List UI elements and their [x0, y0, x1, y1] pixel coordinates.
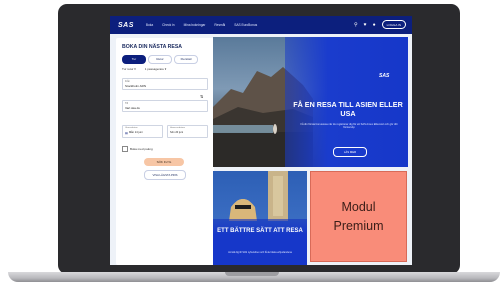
nav-link-eurobonus[interactable]: SAS EuroBonus — [234, 23, 257, 27]
nav-link-my-bookings[interactable]: Mina bokningar — [184, 23, 206, 27]
from-label: Från — [125, 80, 130, 83]
from-value: Stockholm ARN — [125, 84, 147, 88]
return-label: Hemresedatum — [170, 127, 185, 129]
return-value: Sön 20 juni — [170, 131, 183, 134]
nav-link-destinations[interactable]: Resmål — [214, 23, 225, 27]
booking-title: BOKA DIN NÄSTA RESA — [122, 44, 183, 50]
hero-banner[interactable]: SAS FÅ EN RESA TILL ASIEN ELLER USA Få d… — [213, 37, 408, 167]
trip-options: Tur retur ▾ 1 passagerare ▾ — [122, 67, 166, 71]
nav-link-book[interactable]: Boka — [146, 23, 153, 27]
bonus-checkbox-row[interactable]: Boka med poäng — [122, 146, 153, 152]
trip-type-select[interactable]: Tur retur ▾ — [122, 67, 136, 71]
sas-logo[interactable]: SAS — [118, 22, 134, 29]
hero-card-logo: SAS — [379, 73, 390, 79]
from-field[interactable]: Från Stockholm ARN — [122, 78, 208, 90]
swap-icon[interactable]: ⇅ — [200, 94, 203, 99]
card-overlay — [213, 219, 307, 265]
bonus-label: Boka med poäng — [130, 147, 153, 151]
globe-icon[interactable]: ● — [373, 21, 376, 29]
tab-one-way[interactable]: Tur — [122, 55, 146, 64]
tab-multi-city[interactable]: Flerstäd — [174, 55, 198, 64]
trip-type-tabs: Tur Retur Flerstäd — [122, 55, 198, 64]
search-flights-button[interactable]: SÖK FLYG — [144, 158, 184, 166]
bonus-checkbox[interactable] — [122, 146, 128, 152]
search-icon[interactable]: ⚲ — [354, 21, 358, 29]
booking-panel: BOKA DIN NÄSTA RESA Tur Retur Flerstäd T… — [116, 38, 214, 265]
premium-module-placeholder: Modul Premium — [310, 171, 407, 262]
calendar-icon: ▤ — [125, 131, 128, 135]
to-field[interactable]: Till Vart ska du — [122, 100, 208, 112]
to-label: Till — [125, 102, 128, 105]
newsletter-title: ETT BÄTTRE SÄTT ATT RESA — [217, 228, 303, 234]
heart-icon[interactable]: ♥ — [364, 21, 367, 29]
depart-label: Utresedatum — [125, 127, 138, 129]
nav-actions: ⚲ ♥ ● LOGGA IN — [354, 20, 406, 29]
newsletter-text: Anmäl dig till SAS nyhetsbrev och få de … — [228, 251, 292, 254]
nav-link-checkin[interactable]: Check in — [162, 23, 174, 27]
top-nav: SAS Boka Check in Mina bokningar Resmål … — [110, 16, 412, 34]
return-date-field[interactable]: Hemresedatum Sön 20 juni — [167, 125, 208, 138]
premium-module-label: Modul Premium — [333, 200, 384, 233]
hero-title: FÅ EN RESA TILL ASIEN ELLER USA — [293, 100, 403, 118]
newsletter-card[interactable]: ETT BÄTTRE SÄTT ATT RESA Anmäl dig till … — [213, 171, 307, 265]
depart-value: Mån 14 juni — [129, 131, 143, 134]
lowest-fare-button[interactable]: VISA LÄGSTA PRIS — [144, 170, 186, 180]
to-value: Vart ska du — [125, 106, 140, 110]
browser-screen: SAS Boka Check in Mina bokningar Resmål … — [110, 16, 412, 265]
login-button[interactable]: LOGGA IN — [381, 20, 406, 29]
laptop-notch — [225, 272, 279, 276]
passenger-select[interactable]: 1 passagerare ▾ — [145, 67, 167, 71]
tab-return[interactable]: Retur — [148, 55, 172, 64]
read-more-button[interactable]: LÄS MER — [333, 147, 367, 157]
depart-date-field[interactable]: Utresedatum ▤ Mån 14 juni — [122, 125, 163, 138]
hero-text: Få din första bonusresa när du registrer… — [300, 123, 398, 130]
